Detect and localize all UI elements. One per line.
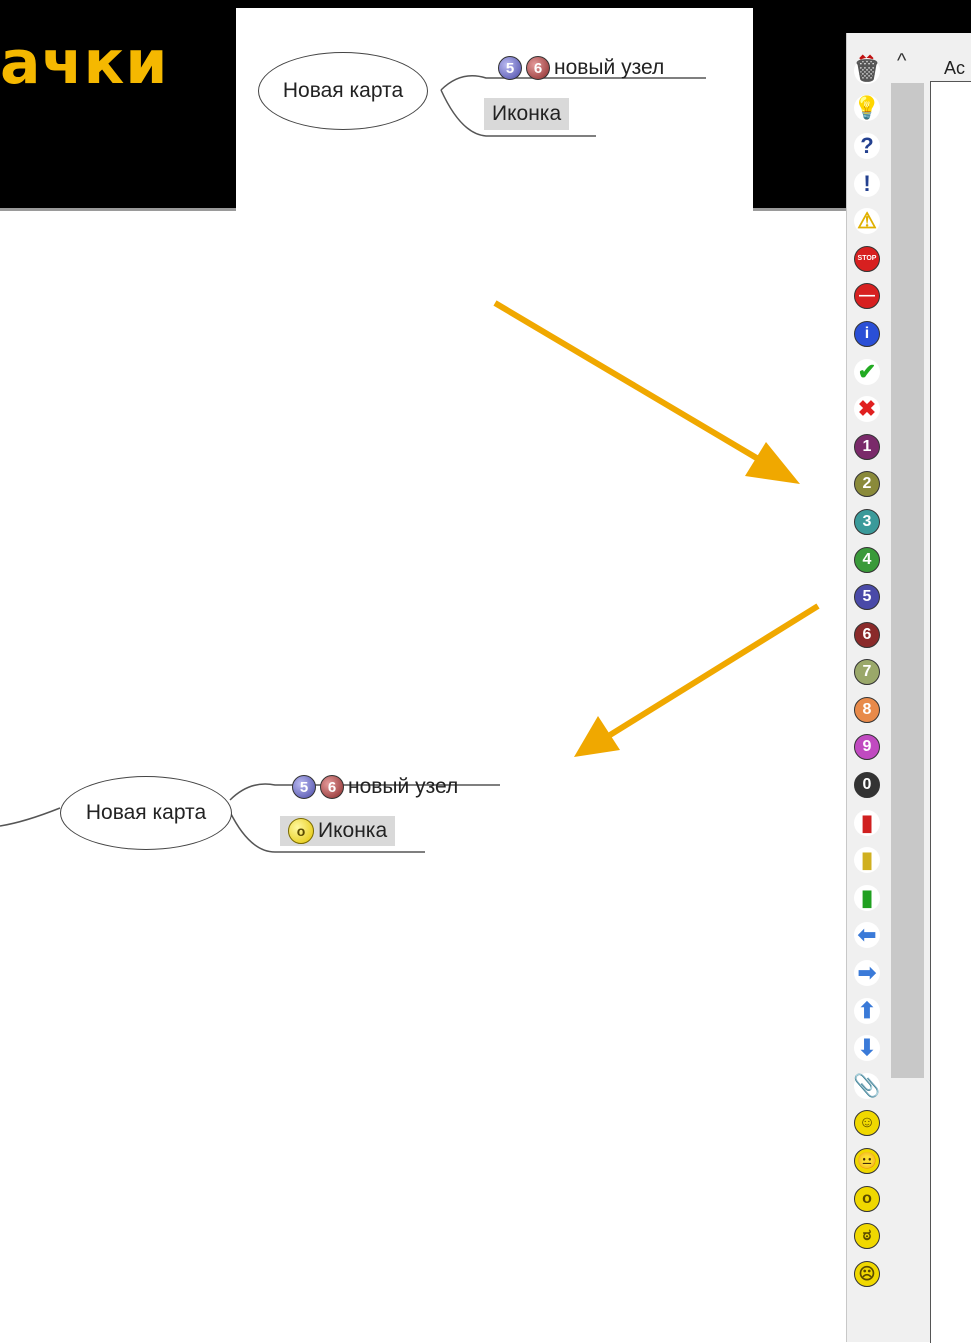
slide-title: ачки (0, 28, 169, 98)
palette-item[interactable]: ? (849, 127, 885, 165)
panel-content-frame (930, 81, 971, 1343)
question-icon: ? (854, 132, 880, 159)
top-child-label-new: новый узел (554, 56, 665, 79)
number-2-icon: 2 (854, 471, 880, 498)
arrow-down-left (574, 603, 820, 757)
top-mindmap-screenshot: Новая карта 5 6 новый узел Иконка (236, 8, 753, 216)
bottom-child-node-icon[interactable]: o Иконка (280, 816, 396, 846)
palette-item[interactable]: STOP (849, 240, 885, 278)
number-9-icon: 9 (854, 734, 880, 761)
warning-icon: ⚠ (854, 208, 880, 235)
palette-item[interactable]: 4 (849, 541, 885, 579)
number-6-icon: 6 (320, 775, 344, 799)
palette-item[interactable]: ⬅ (849, 917, 885, 955)
number-6-icon: 6 (526, 56, 550, 80)
palette-item[interactable]: ▮ (849, 841, 885, 879)
palette-item[interactable]: 6 (849, 616, 885, 654)
palette-item[interactable]: 7 (849, 654, 885, 692)
traffic-light-yellow-icon: ▮ (854, 847, 880, 874)
paperclip-icon: 📎 (853, 1072, 881, 1099)
palette-item[interactable]: ಠ (849, 1217, 885, 1255)
number-0-icon: 0 (854, 772, 880, 799)
stop-icon: STOP (854, 245, 880, 272)
palette-item[interactable]: 1 (849, 428, 885, 466)
number-5-icon: 5 (292, 775, 316, 799)
panel-scrollbar[interactable] (891, 83, 924, 1078)
palette-item[interactable]: ☹ (849, 1255, 885, 1293)
palette-item[interactable]: ▮ (849, 879, 885, 917)
lightbulb-icon: 💡 (853, 95, 881, 122)
top-child-node-new[interactable]: 5 6 новый узел (498, 56, 664, 80)
bottom-child-label-icon: Иконка (318, 819, 388, 842)
palette-item[interactable]: ⬆ (849, 992, 885, 1030)
cross-icon: ✖ (854, 396, 880, 423)
number-3-icon: 3 (854, 508, 880, 535)
palette-item[interactable]: 😐 (849, 1142, 885, 1180)
traffic-light-green-icon: ▮ (854, 884, 880, 911)
palette-item[interactable]: 0 (849, 766, 885, 804)
palette-item[interactable]: ⚠ (849, 202, 885, 240)
smiley-sad-icon: ☹ (854, 1260, 880, 1287)
palette-item[interactable]: 💡 (849, 90, 885, 128)
bottom-child-node-new[interactable]: 5 6 новый узел (292, 775, 458, 799)
chevron-up-icon[interactable]: ^ (897, 50, 906, 73)
palette-item[interactable]: 3 (849, 503, 885, 541)
smiley-happy-icon: ☺ (854, 1110, 880, 1137)
trash-icon: 🗑 (853, 57, 881, 84)
arrow-down-icon: ⬇ (854, 1035, 880, 1062)
arrow-right-icon: ➡ (854, 960, 880, 987)
palette-item[interactable]: 2 (849, 466, 885, 504)
palette-item[interactable]: 8 (849, 691, 885, 729)
palette-item[interactable]: — (849, 278, 885, 316)
top-child-label-icon: Иконка (492, 102, 562, 125)
palette-item[interactable]: 📎 (849, 1067, 885, 1105)
palette-item[interactable]: ✔ (849, 353, 885, 391)
icon-palette: 🗑 💡?! ⚠ STOP — i ✔ ✖ 1 2 3 4 5 6 7 8 9 0 ▮ ▮ ▮ ⬅ ➡ ⬆ ⬇ 📎 ☺ 😐 o ಠ ☹ (849, 52, 885, 1293)
number-6-icon: 6 (854, 621, 880, 648)
top-root-label: Новая карта (282, 79, 404, 102)
arrow-left-icon: ⬅ (854, 922, 880, 949)
bottom-root-node[interactable]: Новая карта (60, 776, 232, 850)
traffic-light-red-icon: ▮ (854, 809, 880, 836)
arrow-up-icon: ⬆ (854, 997, 880, 1024)
info-icon: i (854, 320, 880, 347)
top-root-node[interactable]: Новая карта (258, 52, 428, 130)
exclamation-icon: ! (854, 170, 880, 197)
bottom-root-label: Новая карта (85, 801, 207, 824)
panel-tab-label[interactable]: Ac (944, 58, 965, 79)
smiley-neutral-icon: 😐 (854, 1148, 880, 1175)
palette-item[interactable]: ☺ (849, 1105, 885, 1143)
palette-item[interactable]: ⬇ (849, 1029, 885, 1067)
number-7-icon: 7 (854, 659, 880, 686)
smiley-surprised-icon: o (288, 818, 314, 844)
smiley-surprised-icon: o (854, 1185, 880, 1212)
palette-item[interactable]: o (849, 1180, 885, 1218)
check-icon: ✔ (854, 358, 880, 385)
palette-item[interactable]: ✖ (849, 390, 885, 428)
number-5-icon: 5 (854, 584, 880, 611)
palette-item[interactable]: 5 (849, 578, 885, 616)
top-child-node-icon[interactable]: Иконка (484, 98, 570, 130)
number-8-icon: 8 (854, 696, 880, 723)
palette-item[interactable]: i (849, 315, 885, 353)
palette-item[interactable]: ▮ (849, 804, 885, 842)
palette-item[interactable]: 9 (849, 729, 885, 767)
number-5-icon: 5 (498, 56, 522, 80)
palette-item[interactable]: 🗑 (849, 52, 885, 90)
palette-item[interactable]: ! (849, 165, 885, 203)
arrow-down-right (493, 300, 800, 484)
smiley-angry-icon: ಠ (854, 1223, 880, 1250)
number-1-icon: 1 (854, 433, 880, 460)
bottom-child-label-new: новый узел (348, 775, 459, 798)
no-entry-icon: — (854, 283, 880, 310)
palette-item[interactable]: ➡ (849, 954, 885, 992)
number-4-icon: 4 (854, 546, 880, 573)
